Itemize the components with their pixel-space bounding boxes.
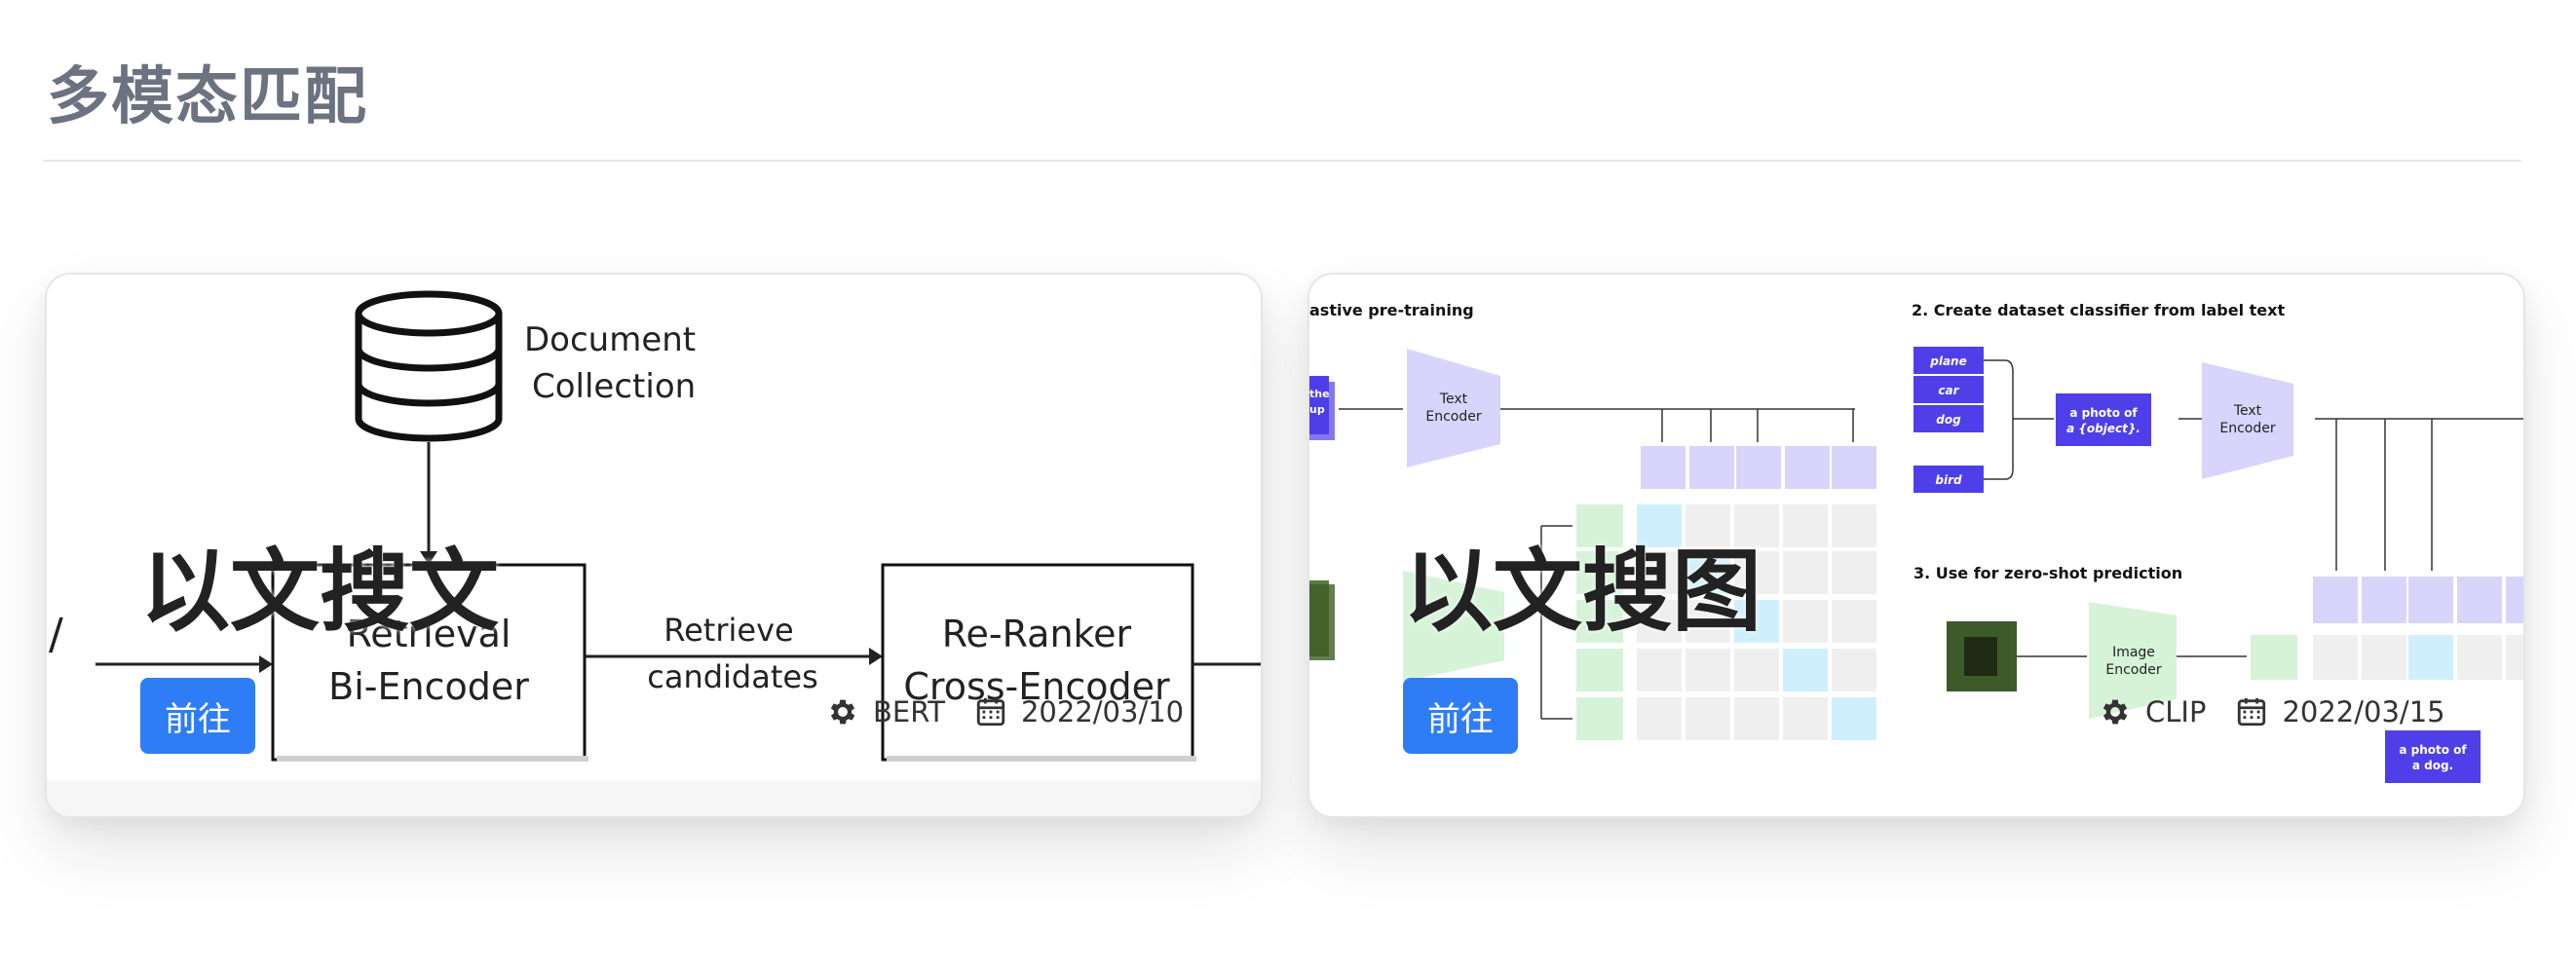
card-text-search[interactable]: Document Collection Retrieval Bi-Encoder… [45, 273, 1263, 818]
svg-text:Encoder: Encoder [2219, 421, 2275, 436]
svg-text:a photo of: a photo of [2069, 406, 2138, 420]
model-name: BERT [873, 695, 945, 728]
bird-label: bird [1935, 473, 1962, 487]
slash-label: / [49, 610, 63, 659]
model-name: CLIP [2145, 695, 2207, 728]
svg-text:Image: Image [2112, 645, 2155, 660]
date-text: 2022/03/10 [1020, 695, 1185, 728]
svg-text:Encoder: Encoder [1425, 409, 1481, 425]
svg-text:Text: Text [1439, 392, 1468, 407]
calendar-icon [974, 695, 1007, 728]
candidates-label: candidates [647, 658, 818, 695]
svg-text:the: the [1309, 388, 1330, 400]
section-divider [43, 160, 2521, 162]
svg-text:a dog.: a dog. [2412, 759, 2453, 772]
reranker-label: Re-Ranker [942, 613, 1132, 655]
svg-text:Encoder: Encoder [2105, 662, 2161, 678]
doc-label: Document [524, 320, 696, 359]
car-label: car [1938, 384, 1959, 397]
bi-encoder-label: Bi-Encoder [328, 665, 529, 708]
svg-text:a {object}.: a {object}. [2066, 422, 2140, 435]
section-title: 多模态匹配 [47, 61, 368, 133]
card-title: 以文搜文 [140, 540, 500, 644]
card-title: 以文搜图 [1403, 540, 1762, 644]
retrieve-label: Retrieve [663, 612, 793, 649]
card-meta: BERT 2022/03/10 [826, 695, 1213, 728]
calendar-icon [2235, 695, 2268, 728]
svg-text:up: up [1309, 403, 1325, 416]
card-image-search[interactable]: astive pre-training 2. Create dataset cl… [1307, 273, 2525, 818]
gear-icon [826, 695, 859, 728]
dog-label: dog [1936, 413, 1961, 427]
goto-button[interactable]: 前往 [140, 678, 255, 754]
svg-text:Text: Text [2233, 403, 2262, 419]
step3-label: 3. Use for zero-shot prediction [1913, 564, 2182, 582]
gear-icon [2099, 695, 2132, 728]
goto-button[interactable]: 前往 [1403, 678, 1518, 754]
collection-label: Collection [532, 367, 696, 406]
plane-label: plane [1929, 354, 1966, 368]
svg-text:a photo of: a photo of [2399, 743, 2467, 757]
step2-label: 2. Create dataset classifier from label … [1912, 301, 2285, 319]
card-meta: CLIP 2022/03/15 [2099, 695, 2475, 728]
date-text: 2022/03/15 [2282, 695, 2445, 728]
pretrain-label: astive pre-training [1309, 301, 1474, 319]
